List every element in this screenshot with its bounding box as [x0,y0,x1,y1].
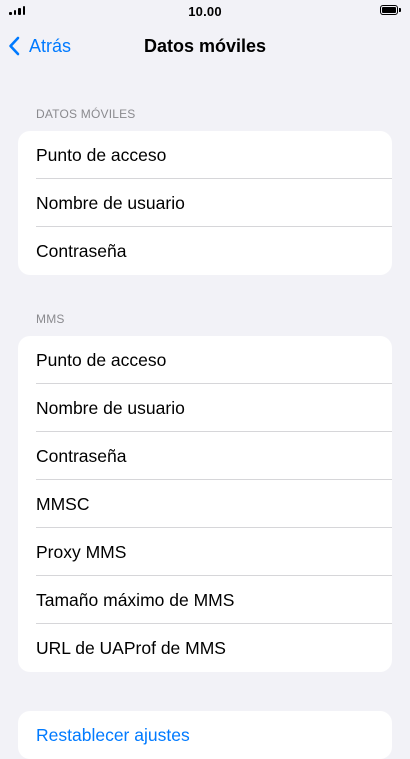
mmsc-field[interactable]: MMSC [18,480,392,528]
section-header-mms: MMS [36,312,65,326]
reset-settings-button[interactable]: Restablecer ajustes [18,711,392,759]
row-label: Punto de acceso [36,349,167,370]
status-bar: 10.00 [0,0,410,24]
row-label: Nombre de usuario [36,397,185,418]
row-label: Nombre de usuario [36,192,185,213]
row-label: Punto de acceso [36,144,167,165]
mms-max-size-field[interactable]: Tamaño máximo de MMS [18,576,392,624]
page-title: Datos móviles [143,36,267,56]
section-header-mobile-data: DATOS MÓVILES [36,107,136,121]
mobile-data-password-field[interactable]: Contraseña [18,227,392,275]
reset-group: Restablecer ajustes [18,711,392,759]
row-label: Proxy MMS [36,541,127,562]
mobile-data-username-field[interactable]: Nombre de usuario [18,179,392,227]
mobile-data-access-point-field[interactable]: Punto de acceso [18,131,392,179]
row-label: URL de UAProf de MMS [36,637,226,658]
mobile-data-group: Punto de acceso Nombre de usuario Contra… [18,131,392,275]
row-label: Contraseña [36,445,127,466]
mms-uaprof-url-field[interactable]: URL de UAProf de MMS [18,624,392,672]
navigation-bar: Atrás Datos móviles [0,24,410,68]
mms-access-point-field[interactable]: Punto de acceso [18,336,392,384]
row-label: MMSC [36,493,90,514]
status-time: 10.00 [188,4,222,19]
mms-password-field[interactable]: Contraseña [18,432,392,480]
battery-icon [380,5,401,15]
mms-proxy-field[interactable]: Proxy MMS [18,528,392,576]
mms-username-field[interactable]: Nombre de usuario [18,384,392,432]
row-label: Tamaño máximo de MMS [36,589,235,610]
row-label: Contraseña [36,240,127,261]
reset-settings-label: Restablecer ajustes [36,724,190,745]
mms-group: Punto de acceso Nombre de usuario Contra… [18,336,392,672]
